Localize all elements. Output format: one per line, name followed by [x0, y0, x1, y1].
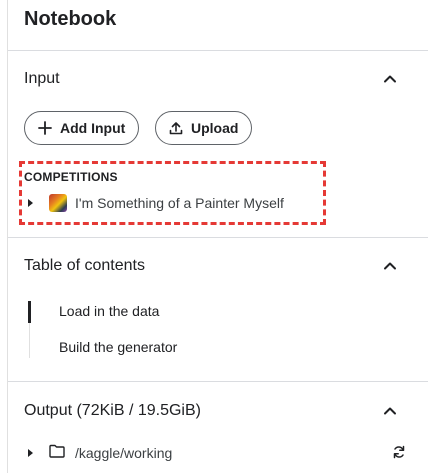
toc-section-heading[interactable]: Table of contents	[24, 257, 145, 275]
caret-right-icon[interactable]	[28, 449, 33, 457]
output-path: /kaggle/working	[75, 445, 173, 461]
competition-item[interactable]: I'm Something of a Painter Myself	[28, 193, 284, 213]
toc-track	[29, 323, 30, 358]
upload-button[interactable]: Upload	[155, 111, 253, 145]
toc-item[interactable]: Build the generator	[59, 339, 177, 355]
plus-icon	[38, 121, 52, 135]
competition-name: I'm Something of a Painter Myself	[75, 195, 284, 211]
competitions-label: COMPETITIONS	[24, 170, 118, 184]
folder-icon	[49, 444, 65, 463]
divider	[8, 237, 428, 238]
divider	[8, 381, 428, 382]
input-section-heading[interactable]: Input	[24, 70, 60, 88]
refresh-icon[interactable]	[392, 445, 406, 464]
competition-thumbnail	[49, 194, 67, 212]
divider	[8, 50, 428, 51]
output-section-heading[interactable]: Output (72KiB / 19.5GiB)	[24, 402, 201, 420]
chevron-up-icon[interactable]	[382, 71, 398, 87]
toc-active-indicator	[28, 301, 31, 323]
upload-label: Upload	[191, 120, 239, 136]
chevron-up-icon[interactable]	[382, 258, 398, 274]
add-input-label: Add Input	[60, 120, 126, 136]
chevron-up-icon[interactable]	[382, 403, 398, 419]
toc-item[interactable]: Load in the data	[59, 303, 159, 319]
add-input-button[interactable]: Add Input	[24, 111, 140, 145]
panel-title: Notebook	[24, 8, 117, 30]
output-folder-item[interactable]: /kaggle/working	[28, 444, 172, 462]
caret-right-icon[interactable]	[28, 199, 33, 207]
upload-icon	[169, 121, 183, 135]
